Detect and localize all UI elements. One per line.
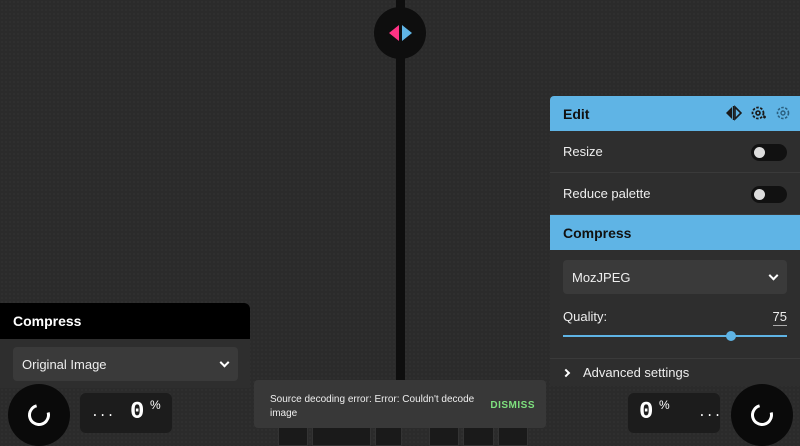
left-file-size: ... — [91, 405, 115, 420]
grid-toggle-button[interactable] — [497, 425, 528, 446]
left-size-stats: ... 0 % — [80, 393, 172, 433]
left-compress-header: Compress — [0, 303, 250, 339]
zoom-level-input[interactable] — [312, 425, 372, 446]
resize-row: Resize — [550, 131, 800, 173]
loading-spinner-icon — [746, 399, 778, 431]
advanced-settings-toggle[interactable]: Advanced settings — [550, 358, 800, 386]
edit-title: Edit — [563, 105, 590, 122]
left-percent-sign: % — [150, 398, 161, 412]
right-codec-value: MozJPEG — [572, 269, 631, 285]
rotate-button[interactable] — [428, 425, 460, 446]
right-percent-value: 0 — [639, 399, 654, 426]
left-download-button[interactable] — [8, 384, 70, 446]
dismiss-button[interactable]: DISMISS — [490, 400, 535, 411]
right-download-button[interactable] — [731, 384, 793, 446]
zoom-out-button[interactable] — [278, 425, 309, 446]
quality-slider-thumb[interactable] — [726, 331, 736, 341]
reduce-palette-label: Reduce palette — [563, 186, 651, 201]
quality-row: Quality: 75 — [550, 294, 800, 344]
resize-toggle[interactable] — [751, 144, 787, 161]
reduce-palette-toggle[interactable] — [751, 186, 787, 203]
zoom-toolbar — [278, 425, 528, 446]
left-codec-value: Original Image — [22, 356, 107, 372]
right-compress-header: Compress — [550, 215, 800, 250]
toast-message: Source decoding error: Error: Couldn't d… — [270, 394, 475, 419]
toggle-knob — [754, 147, 765, 158]
zoom-in-button[interactable] — [375, 425, 402, 446]
edit-header: Edit — [550, 96, 800, 131]
left-options-panel: Compress Original Image — [0, 303, 250, 388]
right-compress-title: Compress — [563, 224, 632, 241]
left-percent-value: 0 — [130, 399, 145, 426]
right-percent-sign: % — [659, 398, 670, 412]
quality-slider[interactable] — [563, 331, 787, 341]
left-codec-select[interactable]: Original Image — [13, 347, 238, 381]
error-toast: Source decoding error: Error: Couldn't d… — [254, 380, 546, 428]
toolbar-gap — [406, 425, 425, 446]
right-options-panel: Edit Resize Reduce palette Compress MozJ… — [550, 96, 800, 386]
chevron-right-icon — [561, 368, 571, 377]
reduce-palette-row: Reduce palette — [550, 173, 800, 215]
save-settings-icon[interactable] — [775, 105, 792, 121]
toggle-knob — [754, 189, 765, 200]
arrow-right-icon — [401, 25, 412, 41]
advanced-settings-label: Advanced settings — [583, 365, 690, 380]
quality-value-input[interactable]: 75 — [772, 309, 787, 326]
loading-spinner-icon — [23, 399, 55, 431]
arrow-left-icon — [388, 25, 399, 41]
swap-sides-icon[interactable] — [725, 105, 742, 121]
background-toggle-button[interactable] — [463, 425, 494, 446]
quality-label: Quality: — [563, 309, 608, 324]
right-size-stats: 0 % ... — [628, 393, 722, 433]
chevron-down-icon — [768, 270, 779, 281]
chevron-down-icon — [219, 357, 230, 368]
resize-label: Resize — [563, 144, 603, 159]
right-file-size: ... — [698, 405, 722, 420]
right-codec-select[interactable]: MozJPEG — [563, 260, 787, 294]
copy-settings-icon[interactable] — [750, 105, 767, 121]
split-handle[interactable] — [374, 7, 426, 59]
